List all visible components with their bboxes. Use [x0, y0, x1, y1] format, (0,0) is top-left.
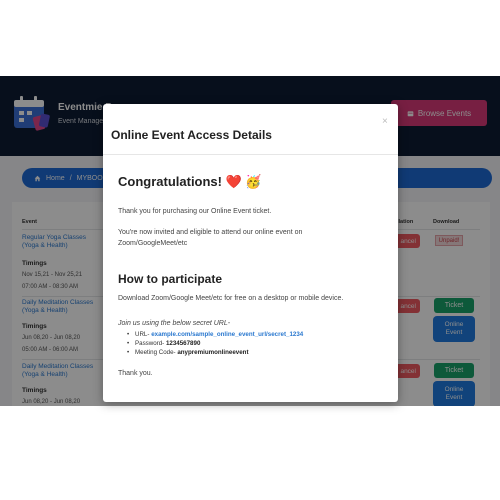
how-to-participate-heading: How to participate — [118, 272, 223, 286]
password-value: 1234567890 — [165, 340, 201, 347]
access-details-list: URL- example.com/sample_online_event_url… — [127, 330, 303, 357]
password-label: Password- — [135, 340, 165, 347]
download-instructions: Download Zoom/Google Meet/etc for free o… — [118, 295, 344, 302]
list-item: Meeting Code- anypremiumonlineevent — [127, 348, 303, 357]
secret-url-link[interactable]: example.com/sample_online_event_url/secr… — [151, 331, 303, 338]
meeting-code-value: anypremiumonlineevent — [177, 349, 249, 356]
purchase-thanks-text: Thank you for purchasing our Online Even… — [118, 208, 272, 215]
closing-thanks: Thank you. — [118, 370, 153, 377]
online-event-modal: Online Event Access Details × Congratula… — [103, 104, 398, 402]
url-label: URL- — [135, 331, 150, 338]
invite-text-line1: You're now invited and eligible to atten… — [118, 229, 303, 236]
congratulations-heading: Congratulations! ❤️ 🥳 — [118, 174, 262, 189]
meeting-code-label: Meeting Code- — [135, 349, 176, 356]
invite-text-line2: Zoom/GoogleMeet/etc — [118, 240, 188, 247]
modal-divider — [103, 154, 398, 155]
close-icon[interactable]: × — [382, 116, 388, 127]
modal-title: Online Event Access Details — [111, 128, 272, 142]
list-item: Password- 1234567890 — [127, 339, 303, 348]
list-item: URL- example.com/sample_online_event_url… — [127, 330, 303, 339]
join-instructions: Join us using the below secret URL- — [118, 320, 231, 327]
